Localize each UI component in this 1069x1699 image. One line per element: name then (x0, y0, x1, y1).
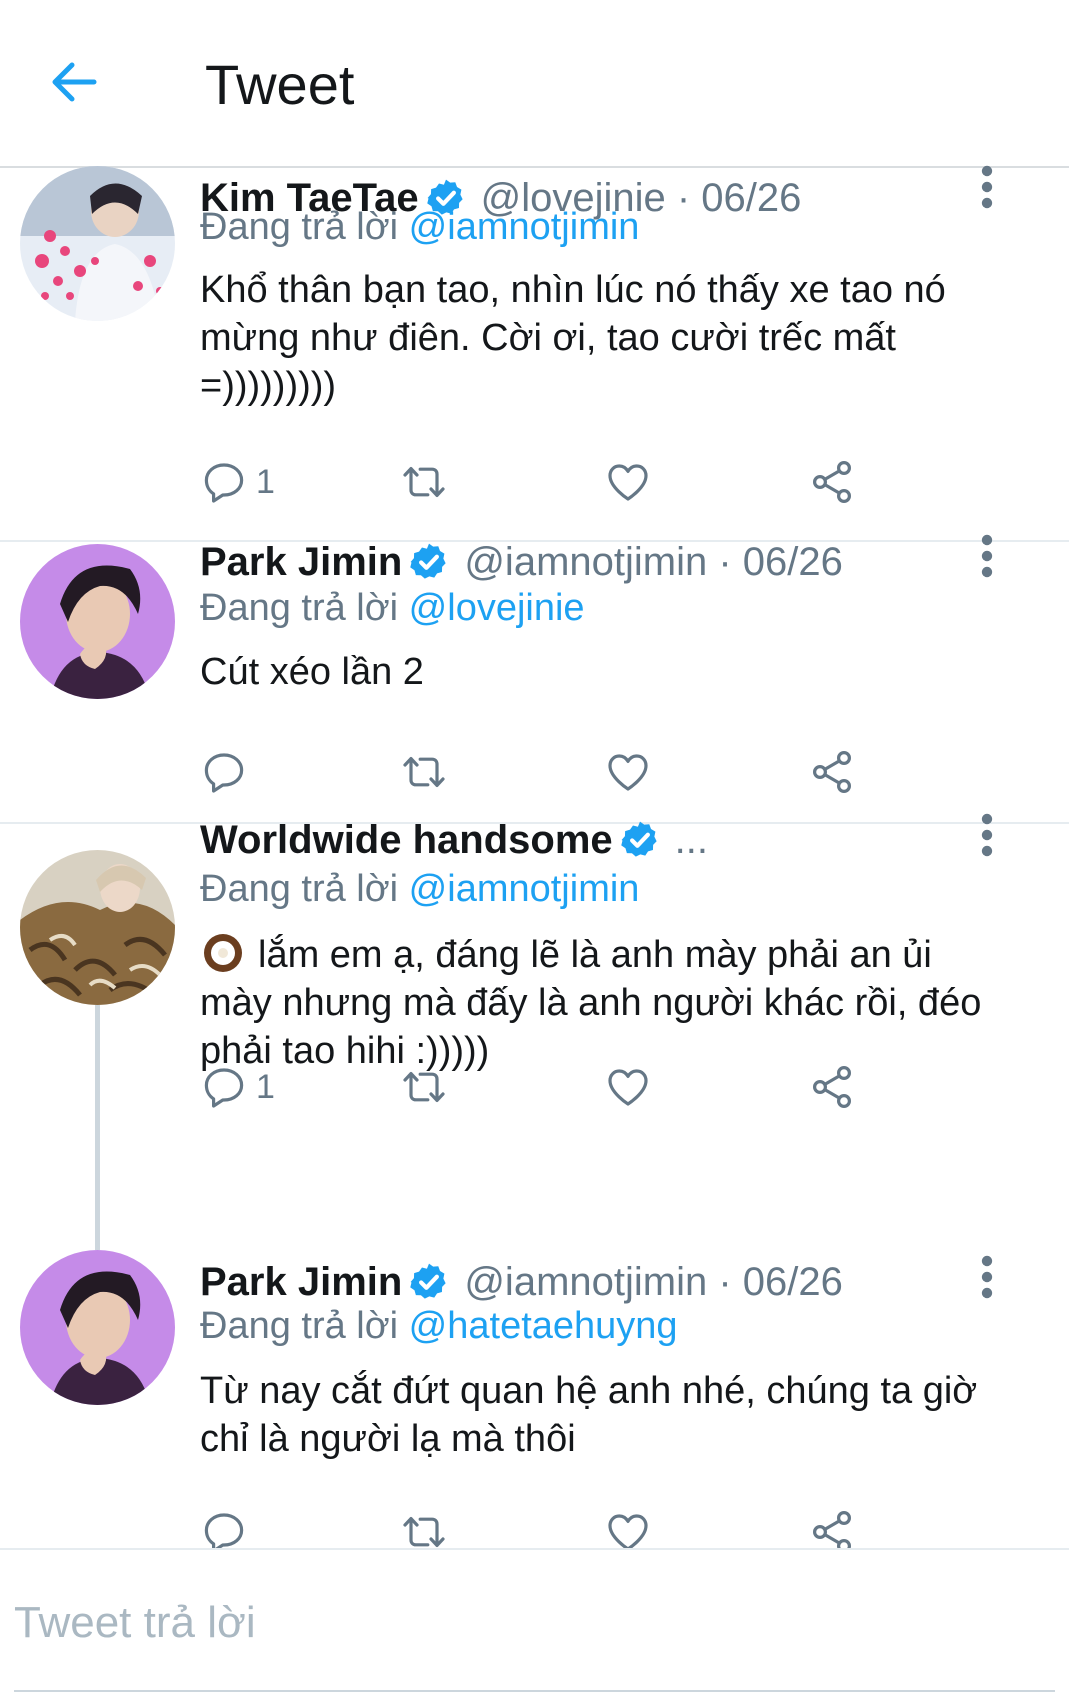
reply-input[interactable]: Tweet trả lời (14, 1598, 256, 1648)
avatar[interactable] (20, 1250, 175, 1405)
tweet-item[interactable]: Kim TaeTae @lovejinie · 06/26 Đang trả l… (0, 166, 1069, 540)
verified-badge-icon (408, 1261, 450, 1303)
retweet-icon (400, 1508, 448, 1548)
reply-icon (200, 1508, 248, 1548)
reply-button[interactable]: 1 (200, 452, 275, 512)
tweet-actions (200, 1502, 900, 1548)
handle-and-date: @iamnotjimin · 06/26 (464, 539, 843, 584)
reply-icon (200, 458, 248, 506)
more-vertical-icon[interactable] (975, 163, 999, 211)
mention-link[interactable]: @hatetaehuyng (409, 1305, 678, 1347)
like-button[interactable] (604, 452, 652, 512)
display-name[interactable]: Park Jimin (200, 1260, 402, 1305)
like-button[interactable] (604, 1502, 652, 1548)
like-button[interactable] (604, 1057, 652, 1117)
reply-button[interactable]: 1 (200, 1057, 275, 1117)
mention-link[interactable]: @lovejinie (409, 587, 585, 629)
tweet-actions: 1 (200, 1057, 900, 1117)
replying-to: Đang trả lời @iamnotjimin (200, 206, 639, 249)
share-button[interactable] (808, 452, 856, 512)
tweet-text-content: lắm em ạ, đáng lẽ là anh mày phải an ủi … (200, 934, 982, 1072)
replying-to: Đang trả lời @hatetaehuyng (200, 1305, 678, 1348)
replying-to-label: Đang trả lời (200, 206, 399, 248)
tweet-item[interactable]: Worldwide handsome ... Đang trả lời @iam… (0, 824, 1069, 1224)
avatar[interactable] (20, 166, 175, 321)
coconut-emoji-icon (204, 934, 242, 972)
more-vertical-icon[interactable] (975, 532, 999, 580)
tweet-actions (200, 742, 900, 802)
tweet-item[interactable]: Park Jimin @iamnotjimin · 06/26 Đang trả… (0, 1250, 1069, 1548)
back-arrow-icon[interactable] (44, 52, 104, 112)
share-button[interactable] (808, 1057, 856, 1117)
replying-to-label: Đang trả lời (200, 587, 399, 629)
top-bar: Tweet (0, 0, 1069, 168)
reply-compose-bar: Tweet trả lời (0, 1548, 1069, 1699)
page-title: Tweet (205, 53, 355, 116)
replying-to-label: Đang trả lời (200, 1305, 399, 1347)
retweet-button[interactable] (400, 1057, 448, 1117)
display-name[interactable]: Park Jimin (200, 540, 402, 585)
more-vertical-icon[interactable] (975, 1253, 999, 1301)
like-icon (604, 1063, 652, 1111)
share-icon (808, 458, 856, 506)
reply-icon (200, 1063, 248, 1111)
like-icon (604, 458, 652, 506)
tweet-text: Cút xéo lần 2 (200, 651, 424, 693)
verified-badge-icon (408, 541, 450, 583)
reply-count: 1 (256, 462, 275, 501)
reply-button[interactable] (200, 1502, 248, 1548)
like-button[interactable] (604, 742, 652, 802)
share-button[interactable] (808, 1502, 856, 1548)
tweet-text: Khổ thân bạn tao, nhìn lúc nó thấy xe ta… (200, 269, 946, 407)
tweet-text: Từ nay cắt đứt quan hệ anh nhé, chúng ta… (200, 1370, 978, 1460)
retweet-button[interactable] (400, 452, 448, 512)
replying-to: Đang trả lời @iamnotjimin (200, 868, 639, 911)
retweet-icon (400, 1063, 448, 1111)
share-icon (808, 1508, 856, 1548)
reply-button[interactable] (200, 742, 256, 802)
tweet-text: lắm em ạ, đáng lẽ là anh mày phải an ủi … (200, 929, 1000, 1075)
reply-count: 1 (256, 1067, 275, 1106)
handle-and-date: ... (674, 817, 708, 862)
retweet-icon (400, 458, 448, 506)
tweet-item[interactable]: Park Jimin @iamnotjimin · 06/26 Đang trả… (0, 542, 1069, 822)
tweet-actions: 1 (200, 452, 900, 512)
tweet-header: Worldwide handsome ... (200, 815, 708, 865)
mention-link[interactable]: @iamnotjimin (409, 868, 640, 910)
verified-badge-icon (619, 819, 661, 861)
tweet-header: Park Jimin @iamnotjimin · 06/26 (200, 537, 843, 587)
mention-link[interactable]: @iamnotjimin (409, 206, 640, 248)
more-vertical-icon[interactable] (975, 811, 999, 859)
tweet-header: Park Jimin @iamnotjimin · 06/26 (200, 1257, 843, 1307)
avatar[interactable] (20, 544, 175, 699)
avatar[interactable] (20, 850, 175, 1005)
display-name[interactable]: Worldwide handsome (200, 818, 613, 863)
reply-icon (200, 748, 248, 796)
retweet-icon (400, 748, 448, 796)
replying-to-label: Đang trả lời (200, 868, 399, 910)
share-button[interactable] (808, 742, 856, 802)
share-icon (808, 1063, 856, 1111)
like-icon (604, 1508, 652, 1548)
handle-and-date: @iamnotjimin · 06/26 (464, 1259, 843, 1304)
replying-to: Đang trả lời @lovejinie (200, 587, 585, 630)
like-icon (604, 748, 652, 796)
retweet-button[interactable] (400, 1502, 448, 1548)
input-underline (14, 1690, 1055, 1692)
share-icon (808, 748, 856, 796)
retweet-button[interactable] (400, 742, 448, 802)
